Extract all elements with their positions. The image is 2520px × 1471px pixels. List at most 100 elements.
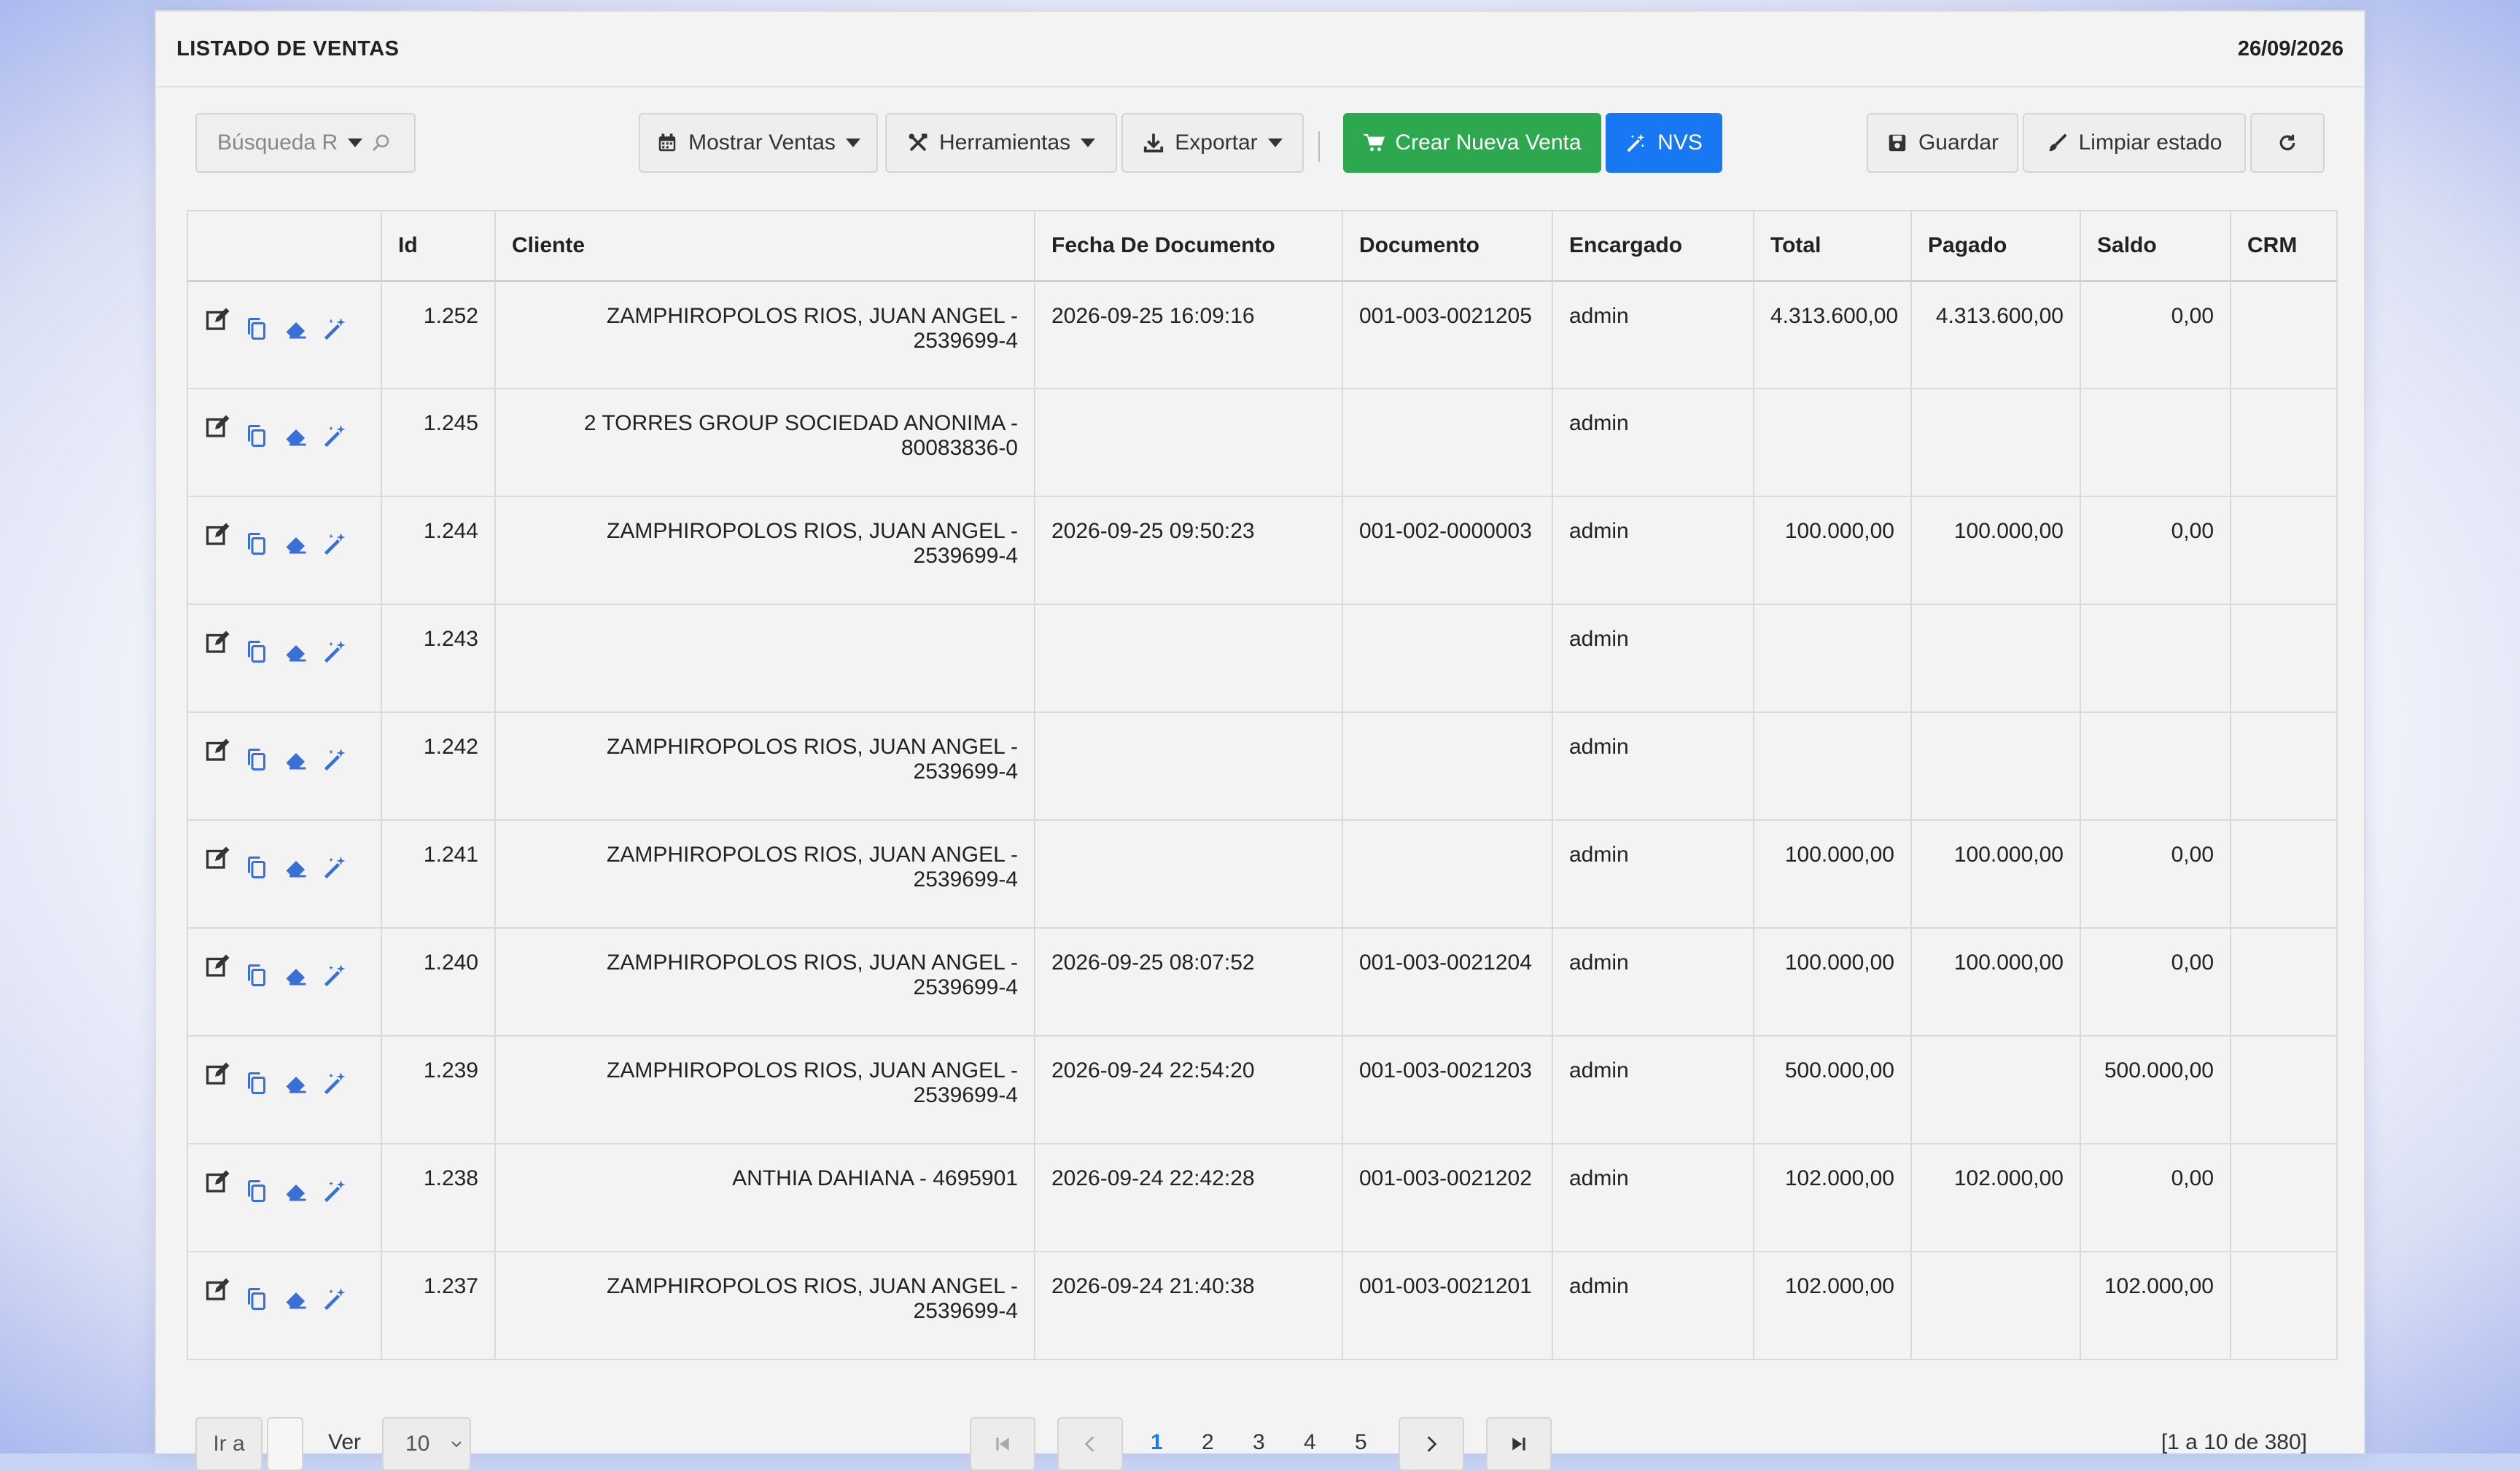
refresh-button[interactable] <box>2250 113 2325 173</box>
column-header-fecha[interactable]: Fecha De Documento <box>1034 210 1343 282</box>
eraser-icon[interactable] <box>283 962 309 988</box>
cell-cliente: ANTHIA DAHIANA - 4695901 <box>494 1143 1035 1252</box>
chevron-down-icon[interactable] <box>348 138 363 147</box>
eraser-icon[interactable] <box>283 1178 309 1204</box>
edit-icon[interactable] <box>204 1061 230 1088</box>
copy-icon[interactable] <box>244 316 270 342</box>
page-link-4[interactable]: 4 <box>1304 1430 1316 1455</box>
copy-icon[interactable] <box>244 423 270 449</box>
eraser-icon[interactable] <box>283 746 309 773</box>
magic-wand-icon[interactable] <box>322 1070 349 1096</box>
table-header-row: Id Cliente Fecha De Documento Documento … <box>187 210 2338 282</box>
search-icon[interactable] <box>370 132 392 154</box>
edit-icon[interactable] <box>204 630 230 656</box>
copy-icon[interactable] <box>244 1286 270 1312</box>
magic-wand-icon[interactable] <box>322 1286 349 1312</box>
column-header-id[interactable]: Id <box>381 210 496 282</box>
edit-icon[interactable] <box>204 738 230 764</box>
previous-page-button[interactable] <box>1057 1417 1123 1471</box>
cell-crm <box>2230 819 2338 929</box>
first-page-button[interactable] <box>970 1417 1035 1471</box>
magic-wand-icon[interactable] <box>322 854 349 881</box>
column-header-total[interactable]: Total <box>1753 210 1912 282</box>
limpiar-estado-button[interactable]: Limpiar estado <box>2023 113 2246 173</box>
copy-icon[interactable] <box>244 962 270 988</box>
last-page-icon <box>1512 1437 1525 1451</box>
exportar-button[interactable]: Exportar <box>1121 113 1304 173</box>
table-row[interactable]: 1.245 2 TORRES GROUP SOCIEDAD ANONIMA - 8… <box>187 388 2338 497</box>
eraser-icon[interactable] <box>283 1070 309 1096</box>
cell-cliente: ZAMPHIROPOLOS RIOS, JUAN ANGEL - 2539699… <box>494 711 1035 821</box>
table-row[interactable]: 1.243 admin <box>187 604 2338 713</box>
edit-icon[interactable] <box>204 307 230 333</box>
page-link-2[interactable]: 2 <box>1202 1430 1214 1455</box>
edit-icon[interactable] <box>204 953 230 980</box>
column-header-encargado[interactable]: Encargado <box>1552 210 1754 282</box>
search-input[interactable]: Búsqueda R <box>195 113 416 173</box>
toolbar: Búsqueda R Mostrar Ventas Herramientas E… <box>156 87 2364 211</box>
magic-wand-icon[interactable] <box>322 1178 349 1204</box>
copy-icon[interactable] <box>244 854 270 881</box>
magic-wand-icon[interactable] <box>322 531 349 557</box>
eraser-icon[interactable] <box>283 423 309 449</box>
eraser-icon[interactable] <box>283 854 309 881</box>
edit-icon[interactable] <box>204 846 230 872</box>
guardar-button[interactable]: Guardar <box>1867 113 2018 173</box>
eraser-icon[interactable] <box>283 1286 309 1312</box>
page-link-3[interactable]: 3 <box>1253 1430 1265 1455</box>
magic-wand-icon[interactable] <box>322 316 349 342</box>
copy-icon[interactable] <box>244 746 270 773</box>
last-page-button[interactable] <box>1486 1417 1552 1471</box>
table-row[interactable]: 1.241 ZAMPHIROPOLOS RIOS, JUAN ANGEL - 25… <box>187 819 2338 929</box>
magic-wand-icon[interactable] <box>322 962 349 988</box>
cell-cliente <box>494 604 1035 713</box>
mostrar-ventas-button[interactable]: Mostrar Ventas <box>639 113 878 173</box>
page-link-5[interactable]: 5 <box>1355 1430 1367 1455</box>
column-header-cliente[interactable]: Cliente <box>494 210 1035 282</box>
crear-nueva-venta-button[interactable]: Crear Nueva Venta <box>1343 113 1601 173</box>
cell-fecha: 2026-09-25 09:50:23 <box>1034 496 1343 605</box>
column-header-crm[interactable]: CRM <box>2230 210 2338 282</box>
column-header-pagado[interactable]: Pagado <box>1910 210 2081 282</box>
chevron-down-icon <box>1267 138 1283 147</box>
per-page-select[interactable]: 10 <box>382 1417 471 1471</box>
edit-icon[interactable] <box>204 1277 230 1303</box>
eraser-icon[interactable] <box>283 531 309 557</box>
cell-saldo: 0,00 <box>2080 927 2231 1037</box>
copy-icon[interactable] <box>244 531 270 557</box>
cell-pagado: 100.000,00 <box>1910 927 2081 1037</box>
copy-icon[interactable] <box>244 1070 270 1096</box>
copy-icon[interactable] <box>244 639 270 665</box>
column-header-saldo[interactable]: Saldo <box>2080 210 2231 282</box>
magic-wand-icon[interactable] <box>322 639 349 665</box>
table-row[interactable]: 1.240 ZAMPHIROPOLOS RIOS, JUAN ANGEL - 25… <box>187 927 2338 1037</box>
table-row[interactable]: 1.239 ZAMPHIROPOLOS RIOS, JUAN ANGEL - 25… <box>187 1035 2338 1144</box>
column-header-documento[interactable]: Documento <box>1342 210 1553 282</box>
page-link-1[interactable]: 1 <box>1151 1430 1163 1455</box>
goto-page-input[interactable] <box>267 1417 303 1471</box>
cell-encargado: admin <box>1552 1251 1754 1360</box>
first-page-icon <box>996 1437 1009 1451</box>
save-icon <box>1889 134 1906 152</box>
magic-wand-icon[interactable] <box>322 423 349 449</box>
cell-cliente: ZAMPHIROPOLOS RIOS, JUAN ANGEL - 2539699… <box>494 819 1035 929</box>
column-header-actions <box>187 210 382 282</box>
table-row[interactable]: 1.238 ANTHIA DAHIANA - 4695901 2026-09-24 … <box>187 1143 2338 1252</box>
nvs-button[interactable]: NVS <box>1606 113 1722 173</box>
table-row[interactable]: 1.237 ZAMPHIROPOLOS RIOS, JUAN ANGEL - 25… <box>187 1251 2338 1360</box>
edit-icon[interactable] <box>204 1169 230 1195</box>
cell-saldo: 0,00 <box>2080 496 2231 605</box>
cell-crm <box>2230 1143 2338 1252</box>
cell-total: 500.000,00 <box>1753 1035 1912 1144</box>
copy-icon[interactable] <box>244 1178 270 1204</box>
table-row[interactable]: 1.242 ZAMPHIROPOLOS RIOS, JUAN ANGEL - 25… <box>187 711 2338 821</box>
edit-icon[interactable] <box>204 414 230 440</box>
magic-wand-icon[interactable] <box>322 746 349 773</box>
eraser-icon[interactable] <box>283 639 309 665</box>
edit-icon[interactable] <box>204 522 230 548</box>
next-page-button[interactable] <box>1399 1417 1464 1471</box>
table-row[interactable]: 1.252 ZAMPHIROPOLOS RIOS, JUAN ANGEL - 25… <box>187 280 2338 389</box>
herramientas-button[interactable]: Herramientas <box>885 113 1117 173</box>
table-row[interactable]: 1.244 ZAMPHIROPOLOS RIOS, JUAN ANGEL - 25… <box>187 496 2338 605</box>
eraser-icon[interactable] <box>283 316 309 342</box>
